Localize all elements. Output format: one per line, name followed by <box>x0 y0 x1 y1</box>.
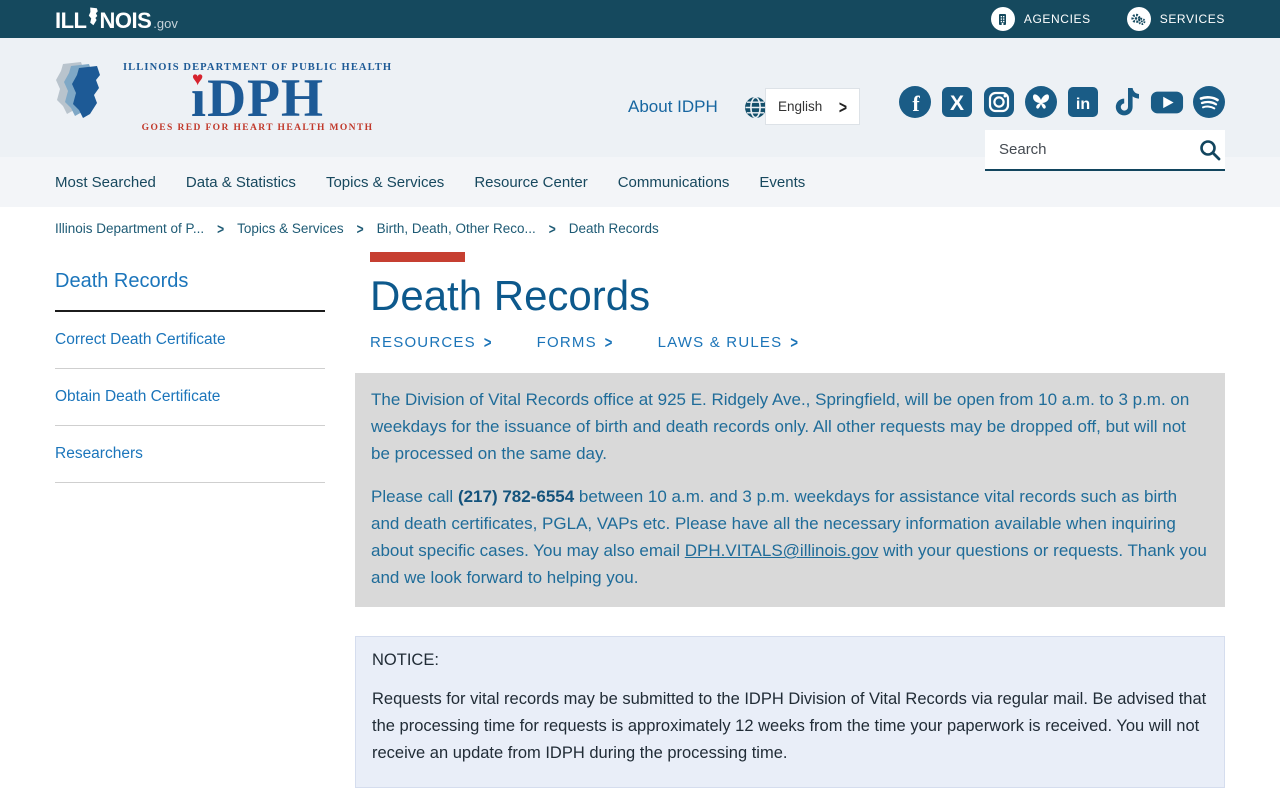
laws-rules-link[interactable]: LAWS & RULES > <box>658 333 800 352</box>
notice-box: NOTICE: Requests for vital records may b… <box>355 636 1225 788</box>
vital-records-info-box: The Division of Vital Records office at … <box>355 373 1225 607</box>
sidebar-nav: Death Records Correct Death Certificate … <box>55 270 325 483</box>
agencies-label: AGENCIES <box>1023 12 1091 26</box>
building-icon <box>990 7 1015 31</box>
sidebar-item-correct-death-certificate[interactable]: Correct Death Certificate <box>55 312 325 369</box>
search-icon[interactable] <box>1198 138 1222 162</box>
chevron-right-icon: > <box>838 96 847 117</box>
agencies-link[interactable]: AGENCIES <box>990 7 1091 31</box>
page-title: Death Records <box>370 272 651 319</box>
linkedin-icon[interactable]: in <box>1066 85 1100 119</box>
about-idph-link[interactable]: About IDPH <box>628 97 718 117</box>
topbar: ILL NOIS .gov AGENCIES SERVICES <box>0 0 1280 38</box>
idph-logo-bottom-text: GOES RED FOR HEART HEALTH MONTH <box>141 122 374 133</box>
nav-events[interactable]: Events <box>759 174 805 191</box>
quick-links-row: RESOURCES > FORMS > LAWS & RULES > <box>370 333 1225 352</box>
illinois-gov-logo[interactable]: ILL NOIS .gov <box>55 7 178 32</box>
breadcrumb-current-page: Death Records <box>568 221 659 236</box>
services-link[interactable]: SERVICES <box>1126 7 1225 31</box>
gears-icon <box>1126 7 1151 31</box>
topbar-right: AGENCIES SERVICES <box>990 7 1225 31</box>
svg-text:X: X <box>950 92 964 115</box>
main-content: Death Records RESOURCES > FORMS > LAWS &… <box>355 252 1225 788</box>
illinois-logo-text-right: NOIS <box>99 7 152 33</box>
instagram-icon[interactable] <box>982 85 1016 119</box>
breadcrumb-topics-services[interactable]: Topics & Services <box>237 221 344 236</box>
services-label: SERVICES <box>1159 12 1225 26</box>
red-accent-bar <box>370 252 465 262</box>
breadcrumb-birth-death-records[interactable]: Birth, Death, Other Reco... <box>377 221 536 236</box>
nav-most-searched[interactable]: Most Searched <box>55 174 156 191</box>
language-selector[interactable]: English > <box>765 88 860 125</box>
forms-link[interactable]: FORMS > <box>537 333 614 352</box>
illinois-state-icon <box>88 7 99 31</box>
heart-icon: ♥ <box>192 68 205 90</box>
nav-data-statistics[interactable]: Data & Statistics <box>186 174 296 191</box>
idph-logo-text: ILLINOIS DEPARTMENT OF PUBLIC HEALTH ı ♥ D… <box>123 62 392 133</box>
idph-logo-main-text: ı ♥ DPH <box>123 69 392 125</box>
breadcrumb-home[interactable]: Illinois Department of P... <box>55 221 204 236</box>
x-twitter-icon[interactable]: X <box>940 85 974 119</box>
youtube-icon[interactable] <box>1150 85 1184 119</box>
bluesky-icon[interactable] <box>1024 85 1058 119</box>
svg-text:f: f <box>912 91 920 116</box>
sidebar-item-researchers[interactable]: Researchers <box>55 426 325 483</box>
chevron-right-icon: > <box>790 333 800 352</box>
notice-body: Requests for vital records may be submit… <box>372 690 1207 762</box>
nav-topics-services[interactable]: Topics & Services <box>326 174 444 191</box>
idph-state-shapes-icon <box>56 62 100 118</box>
resources-link[interactable]: RESOURCES > <box>370 333 493 352</box>
spotify-icon[interactable] <box>1192 85 1226 119</box>
info-paragraph-2: Please call (217) 782-6554 between 10 a.… <box>371 487 1207 587</box>
site-header: ILLINOIS DEPARTMENT OF PUBLIC HEALTH ı ♥ D… <box>0 38 1280 171</box>
search-input[interactable] <box>999 141 1198 158</box>
info-paragraph-1: The Division of Vital Records office at … <box>371 390 1190 463</box>
chevron-right-icon: > <box>548 219 556 238</box>
sidebar-item-obtain-death-certificate[interactable]: Obtain Death Certificate <box>55 369 325 426</box>
globe-icon <box>744 96 767 124</box>
breadcrumb: Illinois Department of P... > Topics & S… <box>0 207 1280 250</box>
chevron-right-icon: > <box>483 333 493 352</box>
illinois-logo-text-left: ILL <box>55 7 87 33</box>
language-selected-value: English <box>778 99 823 114</box>
facebook-icon[interactable]: f <box>898 85 932 119</box>
svg-text:in: in <box>1076 96 1090 113</box>
social-icons-row: f X in <box>898 85 1226 119</box>
phone-number: (217) 782-6554 <box>457 487 575 506</box>
nav-resource-center[interactable]: Resource Center <box>474 174 587 191</box>
tiktok-icon[interactable] <box>1108 85 1142 119</box>
search-bar <box>985 130 1225 171</box>
sidebar-item-death-records[interactable]: Death Records <box>55 270 325 312</box>
email-link[interactable]: DPH.VITALS@illinois.gov <box>685 541 879 560</box>
nav-communications[interactable]: Communications <box>618 174 730 191</box>
illinois-logo-gov-suffix: .gov <box>153 15 178 31</box>
chevron-right-icon: > <box>217 219 225 238</box>
chevron-right-icon: > <box>604 333 614 352</box>
notice-title: NOTICE: <box>372 651 439 669</box>
idph-logo[interactable]: ILLINOIS DEPARTMENT OF PUBLIC HEALTH ı ♥ D… <box>55 58 392 136</box>
chevron-right-icon: > <box>356 219 364 238</box>
